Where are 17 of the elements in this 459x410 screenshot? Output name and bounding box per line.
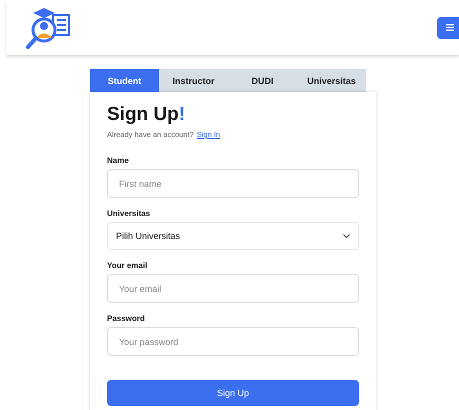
menu-icon (446, 24, 454, 31)
form-title: Sign Up! (107, 104, 186, 126)
signup-button[interactable]: Sign Up (107, 380, 359, 406)
field-label: Universitas (107, 209, 150, 218)
role-tab[interactable]: Student (90, 69, 159, 92)
input-field[interactable]: Your password (107, 327, 359, 356)
chevron-icon (343, 234, 350, 238)
field-label: Name (107, 156, 129, 165)
field-label: Your email (107, 261, 148, 270)
input-field[interactable]: First name (107, 169, 359, 198)
university-select[interactable]: Pilih Universitas (107, 222, 359, 250)
field-label: Password (107, 314, 145, 323)
role-tab[interactable]: Universitas (297, 69, 366, 92)
input-field[interactable]: Your email (107, 274, 359, 303)
role-tab[interactable]: DUDI (228, 69, 297, 92)
menu-button[interactable] (437, 16, 459, 38)
role-tab[interactable]: Instructor (159, 69, 228, 92)
